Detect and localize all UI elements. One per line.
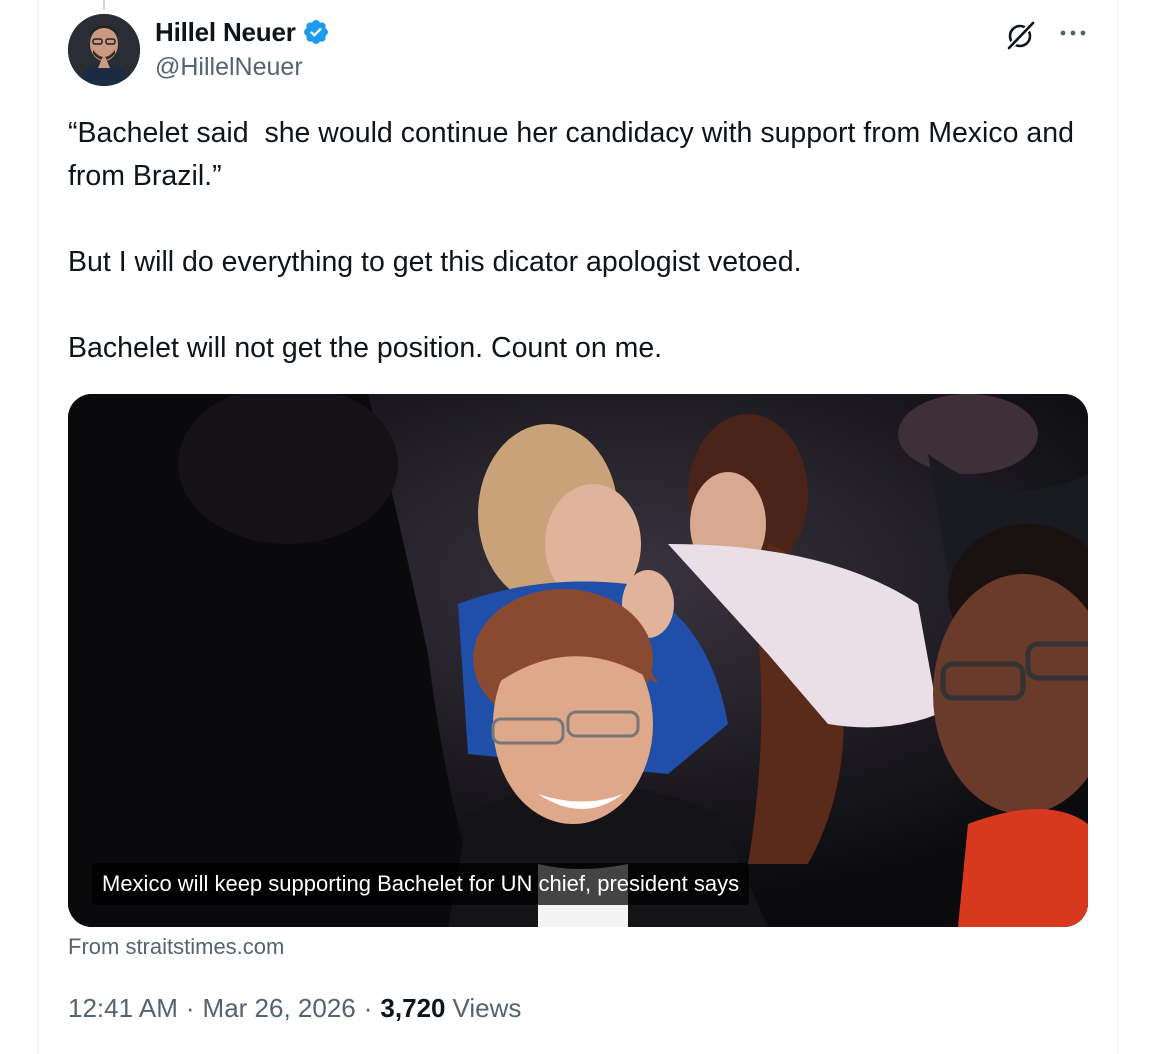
meta-separator: · [185,993,195,1023]
more-options-icon[interactable] [1058,20,1088,46]
grok-icon[interactable] [1004,18,1038,52]
avatar[interactable] [68,14,140,86]
link-source[interactable]: From straitstimes.com [68,934,284,960]
tweet-time[interactable]: 12:41 AM [68,993,178,1024]
author-display-name[interactable]: Hillel Neuer [155,17,296,48]
views-count[interactable]: 3,720 [380,993,445,1024]
thread-connector-line [103,0,105,10]
tweet-paragraph: Bachelet will not get the position. Coun… [68,332,663,364]
tweet-paragraph: “Bachelet said she would continue her ca… [68,117,1082,192]
tweet-text: “Bachelet said she would continue her ca… [68,112,1078,370]
tweet-paragraph: But I will do everything to get this dic… [68,246,802,278]
tweet-date[interactable]: Mar 26, 2026 [203,993,356,1024]
views-label[interactable]: Views [453,993,522,1024]
verified-badge-icon[interactable] [302,18,330,46]
link-preview-image [68,394,1088,927]
link-preview-card[interactable]: Mexico will keep supporting Bachelet for… [68,394,1088,927]
author-handle[interactable]: @HillelNeuer [155,53,303,82]
tweet-meta: 12:41 AM · Mar 26, 2026 · 3,720 Views [68,993,521,1024]
link-preview-headline[interactable]: Mexico will keep supporting Bachelet for… [92,863,750,905]
meta-separator: · [363,993,373,1023]
author-name-row: Hillel Neuer [155,16,330,48]
